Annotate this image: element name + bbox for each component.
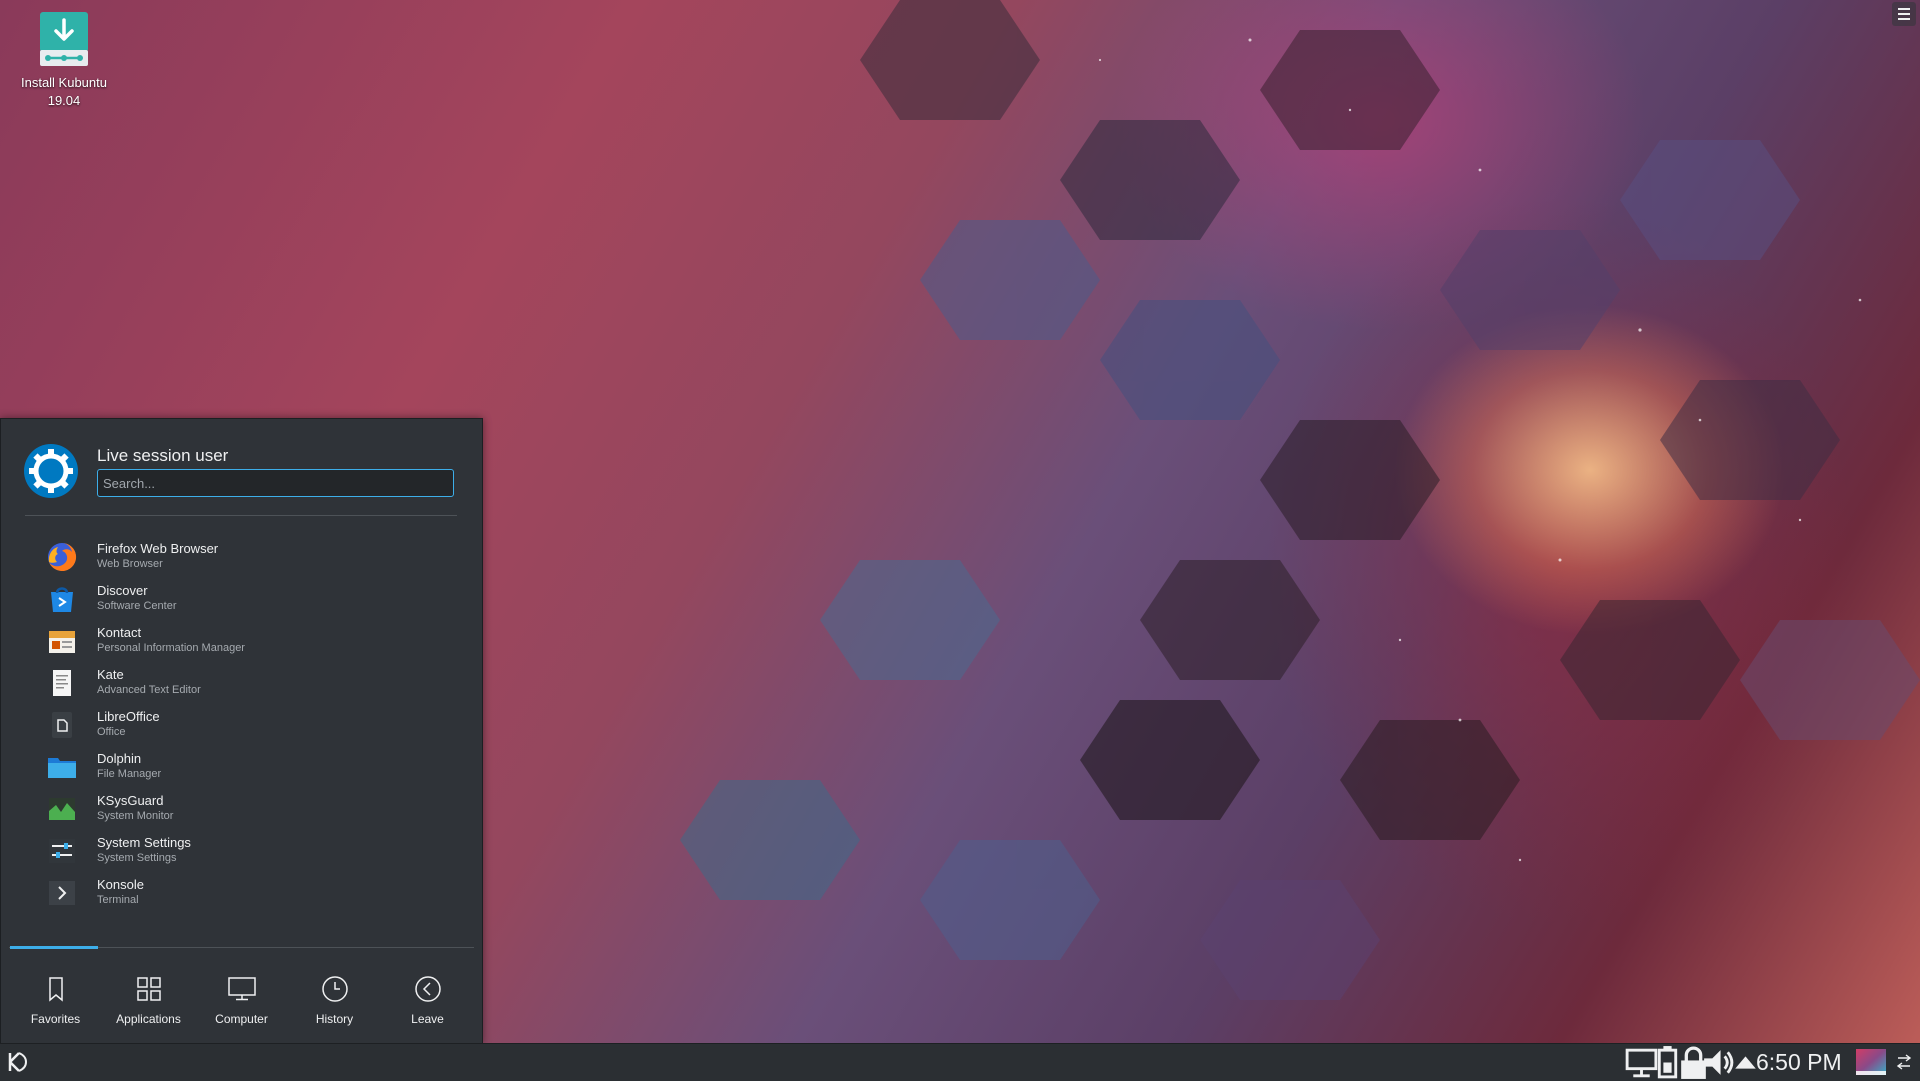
tab-favorites[interactable]: Favorites [9,954,102,1039]
app-description: Office [97,726,126,738]
bookmark-icon [48,977,63,1002]
tab-label: Favorites [30,1012,81,1026]
list-item-dolphin[interactable]: Dolphin File Manager [1,745,482,787]
tab-label: Leave [411,1012,444,1026]
app-name: Konsole [97,877,144,892]
app-name: Kate [97,667,124,682]
app-description: Advanced Text Editor [97,684,201,696]
arrow-left-circle-icon [414,976,441,1002]
list-item-kontact[interactable]: Kontact Personal Information Manager [1,619,482,661]
desktop-toolbox-button[interactable] [1892,2,1916,26]
kate-icon [53,670,71,696]
desktop-icon-label: Install Kubuntu 19.04 [20,75,107,108]
list-item-discover[interactable]: Discover Software Center [1,577,482,619]
firefox-icon [48,542,77,571]
digital-clock[interactable]: 6:50 PM [1756,1049,1842,1076]
desktop-icon-install-kubuntu[interactable]: Install Kubuntu 19.04 [10,10,118,110]
app-name: Discover [97,583,148,598]
folder-icon [48,758,76,778]
app-description: System Monitor [97,810,174,822]
tab-label: History [315,1012,354,1026]
app-name: Kontact [97,625,142,640]
app-description: File Manager [97,768,162,780]
tab-label: Computer [215,1012,268,1026]
tab-computer[interactable]: Computer [195,954,288,1039]
tab-applications[interactable]: Applications [102,954,195,1039]
launcher-tabs: Favorites Applications Computer History … [9,954,474,1039]
terminal-icon [49,881,75,905]
kubuntu-logo-icon [24,444,78,498]
favorites-list: Firefox Web Browser Web Browser Discover… [1,535,482,913]
app-name: System Settings [97,835,191,850]
list-item-firefox[interactable]: Firefox Web Browser Web Browser [1,535,482,577]
user-avatar[interactable] [23,443,79,499]
discover-icon [51,587,73,612]
app-name: KSysGuard [97,793,164,808]
list-item-ksysguard[interactable]: KSysGuard System Monitor [1,787,482,829]
app-name: LibreOffice [97,709,160,724]
app-description: System Settings [97,852,177,864]
app-name: Firefox Web Browser [97,541,219,556]
virtual-desktop-pager[interactable] [1856,1049,1886,1075]
user-name: Live session user [97,446,229,465]
tab-label: Applications [116,1012,181,1026]
taskbar-panel: 6:50 PM [0,1043,1920,1081]
system-monitor-icon [49,798,75,820]
search-input[interactable] [97,469,454,497]
clock-icon [321,976,348,1002]
list-item-system-settings[interactable]: System Settings System Settings [1,829,482,871]
active-tab-indicator [10,946,98,949]
app-description: Software Center [97,600,177,612]
separator [25,515,457,516]
application-launcher: Live session user Firefox Web Browser We… [0,418,483,1044]
app-description: Personal Information Manager [97,642,245,654]
grid-icon [136,977,161,1001]
app-name: Dolphin [97,751,142,766]
list-item-libreoffice[interactable]: LibreOffice Office [1,703,482,745]
app-description: Web Browser [97,558,163,570]
list-item-konsole[interactable]: Konsole Terminal [1,871,482,913]
libreoffice-icon [52,712,72,738]
app-description: Terminal [97,894,139,906]
install-download-icon [36,10,92,68]
list-item-kate[interactable]: Kate Advanced Text Editor [1,661,482,703]
tab-leave[interactable]: Leave [381,954,474,1039]
kontact-icon [49,631,75,653]
monitor-icon [227,977,256,1001]
tab-history[interactable]: History [288,954,381,1039]
application-launcher-button[interactable] [4,1048,32,1076]
settings-icon [49,839,75,863]
panel-settings-icon[interactable] [1896,1053,1912,1071]
